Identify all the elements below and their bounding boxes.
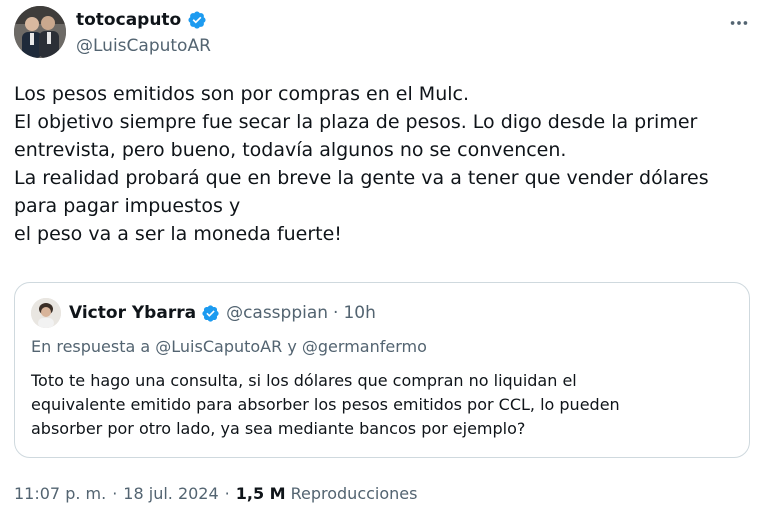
- author-names: totocaputo @LuisCaputoAR: [76, 8, 211, 56]
- tweet-metadata: 11:07 p. m. · 18 jul. 2024 · 1,5 M Repro…: [14, 484, 417, 503]
- quoted-text-line: equivalente emitido para absorber los pe…: [31, 395, 620, 414]
- reply-conjunction: y: [287, 337, 297, 356]
- separator-dot: ·: [112, 484, 118, 503]
- verified-badge-icon: [202, 304, 219, 322]
- reply-mention-link[interactable]: @germanfermo: [302, 337, 427, 356]
- tweet-text-line: el peso va a ser la moneda fuerte!: [14, 223, 342, 245]
- tweet-text-line: entrevista, pero bueno, todavía algunos …: [14, 139, 567, 161]
- tweet-text-line: La realidad probará que en breve la gent…: [14, 167, 709, 189]
- quoted-text-line: Toto te hago una consulta, si los dólare…: [31, 371, 577, 390]
- author-handle[interactable]: @LuisCaputoAR: [76, 36, 211, 56]
- verified-badge-icon: [188, 11, 206, 29]
- separator-dot: ·: [224, 484, 230, 503]
- tweet-time[interactable]: 11:07 p. m.: [14, 484, 106, 503]
- quoted-author-handle[interactable]: @cassppian: [226, 303, 328, 323]
- more-options-icon[interactable]: [728, 12, 750, 34]
- tweet-text-line: para pagar impuestos y: [14, 195, 241, 217]
- tweet-text-line: El objetivo siempre fue secar la plaza d…: [14, 111, 698, 133]
- quoted-tweet-text: Toto te hago una consulta, si los dólare…: [31, 369, 737, 441]
- tweet-text-line: Los pesos emitidos son por compras en el…: [14, 83, 470, 105]
- author-avatar[interactable]: [14, 6, 66, 58]
- tweet-header: totocaputo @LuisCaputoAR: [14, 6, 756, 60]
- reply-context: En respuesta a @LuisCaputoAR y @germanfe…: [31, 337, 427, 356]
- reply-prefix: En respuesta a: [31, 337, 151, 356]
- separator-dot: ·: [333, 303, 339, 323]
- quoted-tweet-time[interactable]: 10h: [343, 303, 375, 323]
- tweet: totocaputo @LuisCaputoAR Los pesos emiti…: [0, 0, 770, 516]
- reply-mention-link[interactable]: @LuisCaputoAR: [155, 337, 282, 356]
- views-count: 1,5 M: [235, 484, 286, 503]
- tweet-text: Los pesos emitidos son por compras en el…: [14, 80, 756, 248]
- views-label: Reproducciones: [290, 484, 418, 503]
- quoted-author-avatar[interactable]: [31, 298, 61, 328]
- quoted-text-line: absorber por otro lado, ya sea mediante …: [31, 419, 526, 438]
- quoted-tweet[interactable]: Victor Ybarra @cassppian · 10h En respue…: [14, 282, 750, 458]
- quoted-author-display-name[interactable]: Victor Ybarra: [69, 303, 196, 323]
- tweet-date[interactable]: 18 jul. 2024: [123, 484, 218, 503]
- quoted-tweet-header: Victor Ybarra @cassppian · 10h: [31, 297, 376, 329]
- author-display-name[interactable]: totocaputo: [76, 10, 181, 30]
- avatar-photo-icon: [31, 298, 61, 328]
- avatar-photo-icon: [14, 6, 66, 58]
